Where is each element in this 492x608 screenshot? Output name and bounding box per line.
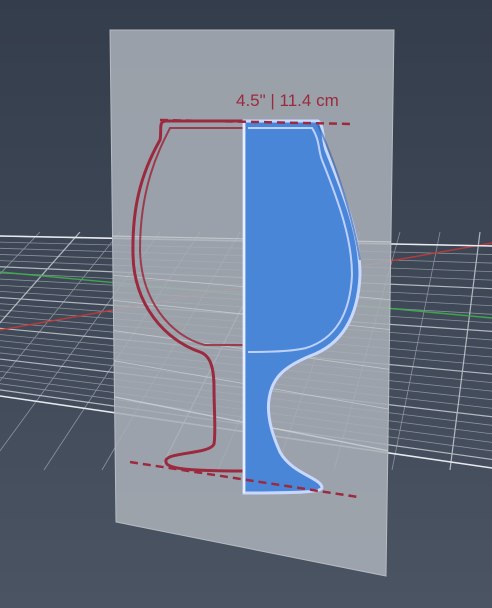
dimension-label[interactable]: 4.5" | 11.4 cm [236,91,339,110]
3d-viewport[interactable]: 4.5" | 11.4 cm [0,0,492,608]
